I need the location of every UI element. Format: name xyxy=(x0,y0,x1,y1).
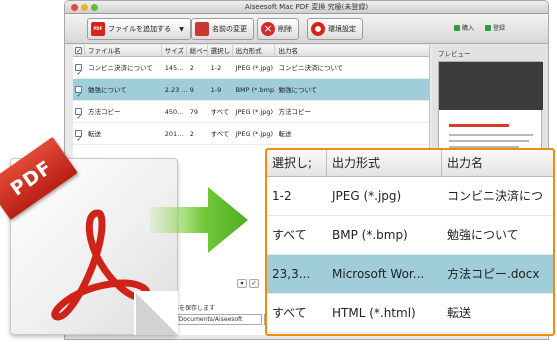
column-header-pages[interactable]: 総ページ xyxy=(187,45,208,56)
select-all-checkbox[interactable] xyxy=(73,45,85,56)
zoom-table-header: 選択し; 出力形式 出力名 xyxy=(267,150,553,177)
apply-button[interactable]: ✓ xyxy=(249,279,259,288)
table-row[interactable]: 勉強について 2.23 ... 9 1-9 BMP (*.bmp) 勉強について xyxy=(73,79,429,101)
cell-selected[interactable]: 1-2 xyxy=(208,57,233,78)
zoom-cell-output[interactable]: 勉強について xyxy=(442,216,553,254)
register-label: 登録 xyxy=(493,25,506,32)
conversion-arrow-icon xyxy=(150,187,248,253)
cell-selected[interactable]: すべて xyxy=(208,101,233,122)
cell-output[interactable]: 転送 xyxy=(275,123,429,144)
pdf-add-icon xyxy=(91,22,105,36)
cell-size: 201... xyxy=(164,130,184,138)
zoom-table-row[interactable]: 1-2 JPEG (*.jpg) コンビニ決済につ xyxy=(267,177,553,216)
zoom-table-row[interactable]: すべて BMP (*.bmp) 勉強について xyxy=(267,216,553,255)
title-bar: Aiseesoft Mac PDF 変換 究極(未登録) xyxy=(65,1,548,14)
zoom-table-row[interactable]: すべて HTML (*.html) 転送 xyxy=(267,294,553,333)
row-checkbox[interactable] xyxy=(73,101,85,122)
gear-icon xyxy=(311,22,325,36)
key-icon xyxy=(485,25,491,31)
cell-pages: 79 xyxy=(189,108,198,116)
cell-name: 転送 xyxy=(87,130,101,138)
rename-button[interactable]: 名前の変更 xyxy=(191,18,254,40)
chevron-down-icon[interactable]: ▼ xyxy=(179,20,184,40)
cell-output[interactable]: コンビニ決済について xyxy=(275,57,429,78)
dropdown-button[interactable]: ▾ xyxy=(237,279,247,288)
cell-format[interactable]: BMP (*.bmp) xyxy=(233,79,276,100)
cell-name: 勉強について xyxy=(87,86,127,94)
toolbar: ファイルを追加する ▼ 名前の変更 削除 環境設定 購入 登録 xyxy=(65,14,548,44)
column-header-output[interactable]: 出力名 xyxy=(275,45,429,56)
delete-label: 削除 xyxy=(278,25,292,33)
cell-format[interactable]: JPEG (*.jpg) xyxy=(233,123,276,144)
column-header-name[interactable]: ファイル名 xyxy=(85,45,162,56)
column-header-selected[interactable]: 選択し xyxy=(208,45,233,56)
cell-name: コンビニ決済について xyxy=(87,64,153,72)
edit-icon xyxy=(195,22,209,36)
cell-size: 450... xyxy=(164,108,184,116)
table-row[interactable]: コンビニ決済について 145... 2 1-2 JPEG (*.jpg) コンビ… xyxy=(73,57,429,79)
zoom-cell-format[interactable]: Microsoft Wor... xyxy=(327,255,442,293)
zoom-column-header-format[interactable]: 出力形式 xyxy=(327,150,442,176)
row-checkbox[interactable] xyxy=(73,57,85,78)
zoom-cell-selected[interactable]: すべて xyxy=(267,294,327,332)
cell-size: 2.23 ... xyxy=(164,86,187,94)
file-list-header: ファイル名 サイズ 総ページ 選択し 出力形式 出力名 xyxy=(73,45,429,57)
rename-label: 名前の変更 xyxy=(212,25,247,33)
add-file-label: ファイルを追加する xyxy=(108,25,171,33)
cell-pages: 2 xyxy=(189,64,194,72)
column-header-format[interactable]: 出力形式 xyxy=(233,45,276,56)
zoom-window-button[interactable] xyxy=(91,4,98,11)
window-title: Aiseesoft Mac PDF 変換 究極(未登録) xyxy=(244,3,369,11)
settings-button[interactable]: 環境設定 xyxy=(307,18,363,40)
cell-pages: 2 xyxy=(189,130,194,138)
minimize-window-button[interactable] xyxy=(81,4,88,11)
cell-selected[interactable]: すべて xyxy=(208,123,233,144)
cell-output[interactable]: 勉強について xyxy=(275,79,429,100)
zoom-cell-format[interactable]: JPEG (*.jpg) xyxy=(327,177,442,215)
zoom-cell-output[interactable]: 転送 xyxy=(442,294,553,332)
zoom-cell-selected[interactable]: 23,3... xyxy=(267,255,327,293)
page-curl xyxy=(136,293,178,335)
zoom-cell-format[interactable]: BMP (*.bmp) xyxy=(327,216,442,254)
settings-label: 環境設定 xyxy=(328,25,356,33)
cell-size: 145... xyxy=(164,64,184,72)
cart-icon xyxy=(454,25,460,31)
buy-link[interactable]: 購入 xyxy=(454,24,474,34)
cell-output[interactable]: 方法コピー xyxy=(275,101,429,122)
buy-label: 購入 xyxy=(462,25,475,32)
close-window-button[interactable] xyxy=(71,4,78,11)
row-checkbox[interactable] xyxy=(73,79,85,100)
cell-format[interactable]: JPEG (*.jpg) xyxy=(233,101,276,122)
preview-page-header-image xyxy=(439,62,543,110)
zoom-cell-selected[interactable]: すべて xyxy=(267,216,327,254)
preview-text-line xyxy=(449,134,533,136)
zoomed-output-table: 選択し; 出力形式 出力名 1-2 JPEG (*.jpg) コンビニ決済につ … xyxy=(265,148,555,336)
table-row[interactable]: 方法コピー 450... 79 すべて JPEG (*.jpg) 方法コピー xyxy=(73,101,429,123)
cell-format[interactable]: JPEG (*.jpg) xyxy=(233,57,276,78)
zoom-cell-output[interactable]: コンビニ決済につ xyxy=(442,177,553,215)
delete-icon xyxy=(261,22,275,36)
zoom-cell-selected[interactable]: 1-2 xyxy=(267,177,327,215)
table-row[interactable]: 転送 201... 2 すべて JPEG (*.jpg) 転送 xyxy=(73,123,429,145)
zoom-column-header-selected[interactable]: 選択し; xyxy=(267,150,327,176)
zoom-column-header-output[interactable]: 出力名 xyxy=(442,150,553,176)
preview-text-line xyxy=(449,140,529,142)
cell-selected[interactable]: 1-9 xyxy=(208,79,233,100)
zoom-cell-output[interactable]: 方法コピー.docx xyxy=(442,255,553,293)
zoom-cell-format[interactable]: HTML (*.html) xyxy=(327,294,442,332)
delete-button[interactable]: 削除 xyxy=(257,18,299,40)
column-header-size[interactable]: サイズ xyxy=(162,45,187,56)
cell-pages: 9 xyxy=(189,86,194,94)
preview-label: プレビュー xyxy=(438,50,471,58)
register-link[interactable]: 登録 xyxy=(485,24,505,34)
row-checkbox[interactable] xyxy=(73,123,85,144)
preview-heading-line xyxy=(449,124,509,127)
add-file-button[interactable]: ファイルを追加する ▼ xyxy=(87,18,191,40)
zoom-table-row[interactable]: 23,3... Microsoft Wor... 方法コピー.docx xyxy=(267,255,553,294)
cell-name: 方法コピー xyxy=(87,108,121,116)
